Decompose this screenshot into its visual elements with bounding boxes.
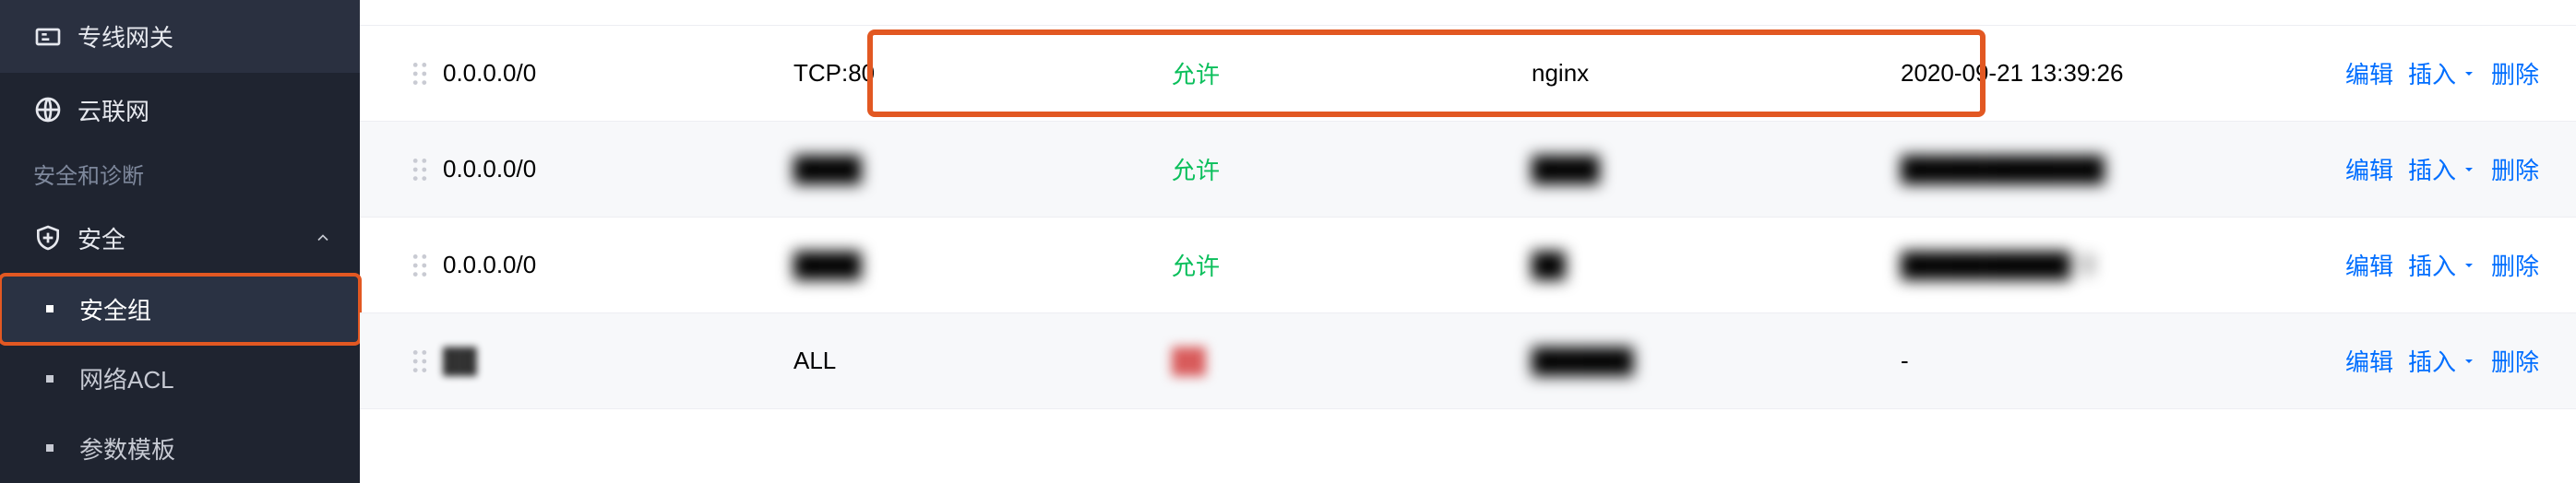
bullet-icon [46,305,54,312]
cell-protocol: ████ [793,155,1172,183]
cell-policy: 允许 [1172,56,1532,90]
edit-link[interactable]: 编辑 [2345,152,2393,186]
sidebar-item-label: 参数模板 [79,431,175,465]
bullet-icon [46,444,54,452]
cell-ops: 编辑 插入 删除 [2288,344,2539,378]
cell-protocol: TCP:80 [793,59,1172,88]
cell-policy: 允许 [1172,152,1532,186]
sidebar-item-label: 云联网 [78,93,149,127]
drag-handle-icon[interactable] [397,62,443,86]
edit-link[interactable]: 编辑 [2345,56,2393,90]
delete-link[interactable]: 删除 [2491,56,2539,90]
cell-time: - [1901,347,2288,375]
gateway-icon [33,22,78,52]
chevron-up-icon [314,229,332,247]
sidebar-item-label: 安全 [78,221,125,255]
cell-ops: 编辑 插入 删除 [2288,56,2539,90]
table-row: 0.0.0.0/0 TCP:80 允许 nginx 2020-09-21 13:… [360,26,2576,122]
drag-handle-icon[interactable] [397,253,443,277]
cell-note: ██████ [1532,347,1901,375]
sidebar-section-label: 安全和诊断 [0,147,360,202]
rules-table: 0.0.0.0/0 TCP:80 允许 nginx 2020-09-21 13:… [360,0,2576,483]
delete-link[interactable]: 删除 [2491,344,2539,378]
cell-policy: ██ [1172,347,1532,375]
delete-link[interactable]: 删除 [2491,152,2539,186]
cell-policy: 允许 [1172,248,1532,282]
drag-handle-icon[interactable] [397,349,443,373]
edit-link[interactable]: 编辑 [2345,344,2393,378]
cell-time: 2020-09-21 13:39:26 [1901,59,2288,88]
cell-time: ████████████ [1901,155,2288,183]
sidebar-item-label: 安全组 [79,292,151,326]
cell-source: 0.0.0.0/0 [443,59,793,88]
sidebar-item-security[interactable]: 安全 [0,201,360,274]
sidebar: 专线网关 云联网 安全和诊断 安全 安全组 网络ACL [0,0,360,483]
table-row: 0.0.0.0/0 ████ 允许 ██ ██████████ '2 编辑 插入… [360,218,2576,313]
table-header [360,0,2576,26]
cell-source: 0.0.0.0/0 [443,251,793,279]
cell-protocol: ████ [793,251,1172,279]
shield-icon [33,223,78,253]
insert-dropdown[interactable]: 插入 [2408,344,2476,378]
cell-protocol: ALL [793,347,1172,375]
sidebar-item-security-group[interactable]: 安全组 [0,275,360,344]
sidebar-item-acl[interactable]: 网络ACL [0,344,360,413]
cell-ops: 编辑 插入 删除 [2288,248,2539,282]
cell-note: nginx [1532,59,1901,88]
ccn-icon [33,95,78,124]
sidebar-item-ccn[interactable]: 云联网 [0,73,360,146]
sidebar-item-gateway[interactable]: 专线网关 [0,0,360,73]
sidebar-item-param-template[interactable]: 参数模板 [0,414,360,483]
table-row: 0.0.0.0/0 ████ 允许 ████ ████████████ 编辑 插… [360,122,2576,218]
cell-source: ██ [443,347,793,375]
sidebar-item-label: 网络ACL [79,361,174,395]
cell-time: ██████████ '2 [1901,251,2288,279]
insert-dropdown[interactable]: 插入 [2408,56,2476,90]
bullet-icon [46,375,54,383]
insert-dropdown[interactable]: 插入 [2408,248,2476,282]
cell-note: ████ [1532,155,1901,183]
sidebar-item-label: 专线网关 [78,19,173,53]
cell-note: ██ [1532,251,1901,279]
drag-handle-icon[interactable] [397,158,443,182]
cell-ops: 编辑 插入 删除 [2288,152,2539,186]
delete-link[interactable]: 删除 [2491,248,2539,282]
insert-dropdown[interactable]: 插入 [2408,152,2476,186]
table-row: ██ ALL ██ ██████ - 编辑 插入 删除 [360,313,2576,409]
cell-source: 0.0.0.0/0 [443,155,793,183]
edit-link[interactable]: 编辑 [2345,248,2393,282]
